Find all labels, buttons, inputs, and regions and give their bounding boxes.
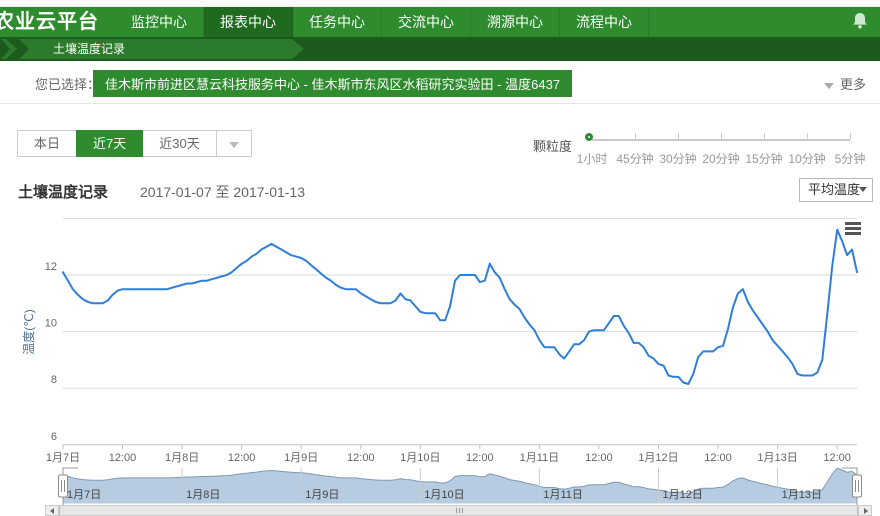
- slider-tick: [678, 133, 679, 140]
- arrow-left-icon: [50, 508, 54, 514]
- nav-menu: 监控中心报表中心任务中心交流中心溯源中心流程中心: [115, 7, 649, 37]
- x-tick-label: 1月7日: [46, 452, 80, 464]
- selection-tag[interactable]: 佳木斯市前进区慧云科技服务中心 - 佳木斯市东风区水稻研究实验田 - 温度643…: [93, 70, 572, 97]
- slider-tick: [635, 133, 636, 140]
- y-gridlines: [63, 218, 857, 444]
- nav-item-5[interactable]: 溯源中心: [471, 7, 560, 37]
- navigator-day-label: 1月7日: [67, 489, 101, 501]
- range-button-group: 本日近7天近30天: [18, 130, 252, 157]
- y-tick-label: 10: [45, 318, 57, 330]
- navbar: 农业云平台 监控中心报表中心任务中心交流中心溯源中心流程中心: [0, 7, 880, 37]
- selection-label: 您已选择：: [35, 74, 100, 93]
- y-tick-label: 12: [45, 261, 57, 273]
- navigator-day-label: 1月11日: [543, 489, 583, 501]
- y-tick-label: 8: [51, 374, 57, 386]
- breadcrumb-chevron-icon: [1, 39, 17, 59]
- range-dropdown-button[interactable]: [216, 130, 252, 157]
- navigator-day-label: 1月13日: [782, 489, 822, 501]
- range-button-3[interactable]: 近30天: [142, 130, 216, 157]
- x-tick-label: 12:00: [228, 452, 256, 464]
- navigator-day-label: 1月10日: [424, 489, 464, 501]
- scrollbar-thumb[interactable]: [59, 506, 858, 515]
- breadcrumb-item[interactable]: 土壤温度记录: [19, 39, 304, 59]
- x-tick-label: 1月9日: [284, 452, 318, 464]
- slider-tick: [764, 133, 765, 140]
- nav-item-2[interactable]: 报表中心: [204, 7, 293, 37]
- x-tick-label: 1月12日: [638, 452, 678, 464]
- x-tick-label: 12:00: [823, 452, 851, 464]
- x-tick-label: 1月8日: [165, 452, 199, 464]
- navigator-day-label: 1月12日: [663, 489, 703, 501]
- top-strip: [0, 0, 880, 7]
- chevron-down-icon: [229, 142, 239, 148]
- nav-item-6[interactable]: 流程中心: [560, 7, 649, 37]
- chart-scrollbar[interactable]: [45, 505, 872, 516]
- slider-handle[interactable]: [585, 133, 593, 141]
- chevron-down-icon: [859, 187, 867, 192]
- navigator-day-label: 1月8日: [186, 489, 220, 501]
- arrow-right-icon: [864, 508, 868, 514]
- x-tick-label: 12:00: [466, 452, 494, 464]
- slider-tick: [721, 133, 722, 140]
- nav-item-3[interactable]: 任务中心: [293, 7, 382, 37]
- navigator-handle-left[interactable]: [59, 475, 68, 497]
- y-axis-title: 温度(℃): [21, 309, 36, 354]
- x-tick-label: 1月13日: [757, 452, 797, 464]
- x-tick-label: 12:00: [109, 452, 137, 464]
- more-label: 更多: [840, 77, 866, 92]
- metric-select-value: 平均温度: [808, 182, 860, 197]
- navigator-handle-right[interactable]: [853, 475, 862, 497]
- granularity-slider: 1小时45分钟30分钟20分钟15分钟10分钟5分钟: [586, 130, 864, 168]
- nav-item-4[interactable]: 交流中心: [382, 7, 471, 37]
- page-title: 土壤温度记录: [18, 181, 108, 202]
- brand-logo: 农业云平台: [0, 7, 99, 37]
- notification-bell-icon[interactable]: [852, 12, 868, 35]
- navigator-day-label: 1月9日: [305, 489, 339, 501]
- range-button-2[interactable]: 近7天: [76, 130, 143, 157]
- x-tick-label: 1月11日: [520, 452, 560, 464]
- series-line[interactable]: [63, 230, 857, 384]
- x-tick-label: 12:00: [347, 452, 375, 464]
- selection-panel: 您已选择： 佳木斯市前进区慧云科技服务中心 - 佳木斯市东风区水稻研究实验田 -…: [0, 61, 880, 104]
- grip-icon: [459, 508, 460, 513]
- slider-tick: [850, 133, 851, 140]
- metric-select[interactable]: 平均温度: [799, 178, 873, 202]
- x-tick-label: 1月10日: [400, 452, 440, 464]
- chevron-down-icon: [824, 83, 834, 89]
- range-button-1[interactable]: 本日: [17, 130, 77, 157]
- scroll-right-button[interactable]: [858, 506, 871, 515]
- more-dropdown[interactable]: 更多: [824, 74, 866, 93]
- x-tick-label: 12:00: [704, 452, 732, 464]
- date-range: 2017-01-07 至 2017-01-13: [140, 182, 305, 202]
- granularity-option-7[interactable]: 5分钟: [823, 150, 877, 167]
- breadcrumb-bar: 土壤温度记录: [0, 37, 880, 61]
- chart-canvas: 12 10 8 6 温度(℃) 1月7日 12:00 1月8日 12:00 1月9日 12:00 1月…: [0, 216, 880, 516]
- x-tick-label: 12:00: [585, 452, 613, 464]
- temperature-chart: 12 10 8 6 温度(℃) 1月7日 12:00 1月8日 12:00 1月9日 12:00 1月…: [0, 216, 880, 516]
- nav-item-1[interactable]: 监控中心: [115, 7, 204, 37]
- scroll-left-button[interactable]: [46, 506, 59, 515]
- slider-tick: [807, 133, 808, 140]
- y-tick-label: 6: [51, 431, 57, 443]
- chart-menu-icon[interactable]: [845, 222, 861, 236]
